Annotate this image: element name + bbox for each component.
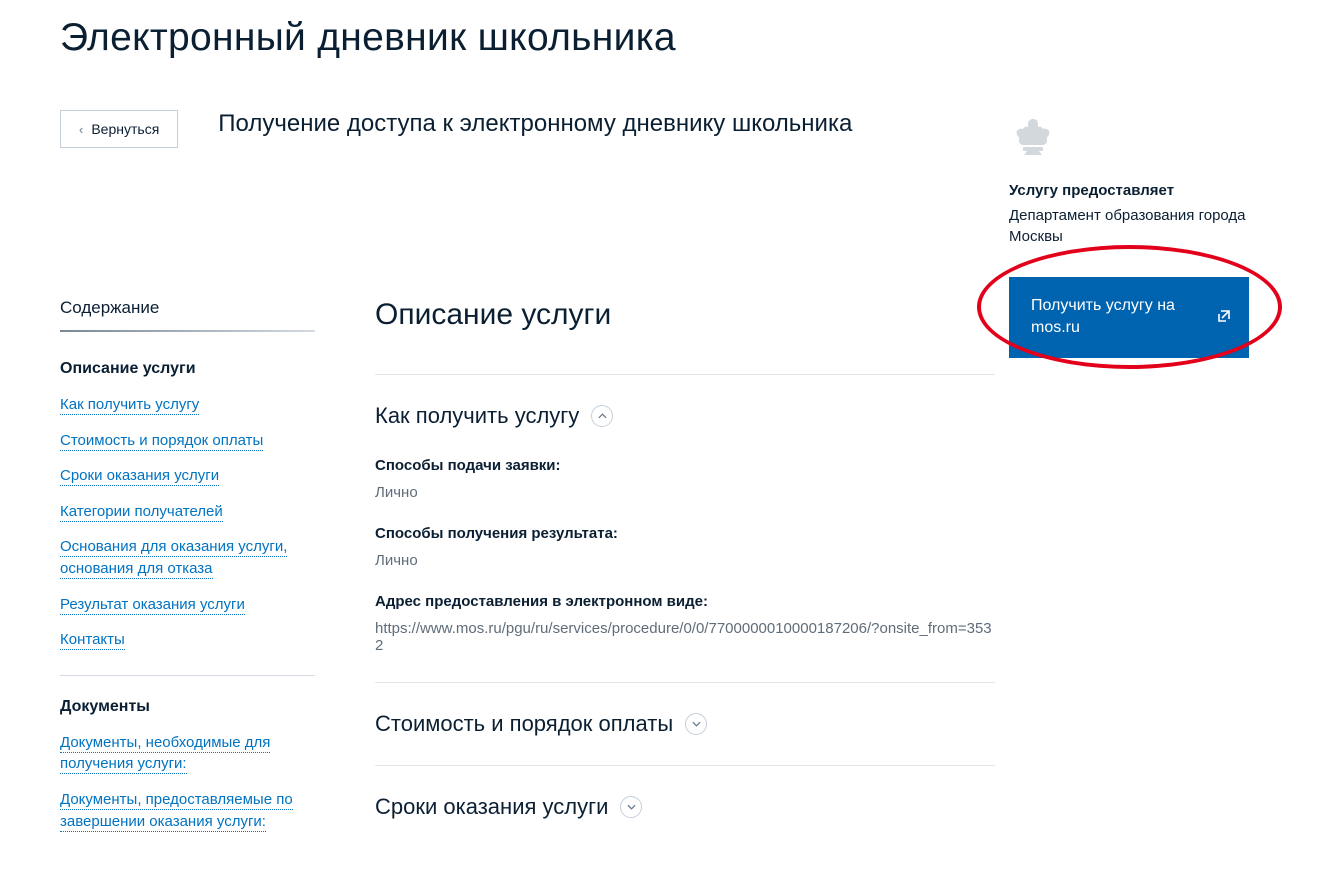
sidebar-toc-heading: Содержание	[60, 298, 315, 318]
chevron-left-icon: ‹	[79, 122, 83, 137]
provider-panel: Услугу предоставляет Департамент образов…	[1009, 113, 1299, 358]
accordion-terms[interactable]: Сроки оказания услуги	[375, 794, 995, 820]
sidebar-link-contacts[interactable]: Контакты	[60, 631, 125, 650]
chevron-down-icon	[685, 713, 707, 735]
sidebar-link-docs-result[interactable]: Документы, предоставляемые по завершении…	[60, 791, 293, 832]
sidebar-link-grounds[interactable]: Основания для оказания услуги, основания…	[60, 538, 287, 579]
divider	[60, 330, 315, 332]
provider-name: Департамент образования города Москвы	[1009, 205, 1299, 247]
accordion-how-to[interactable]: Как получить услугу	[375, 403, 995, 429]
accordion-cost[interactable]: Стоимость и порядок оплаты	[375, 711, 995, 737]
external-link-icon	[1217, 309, 1231, 323]
back-button[interactable]: ‹ Вернуться	[60, 110, 178, 148]
apply-method-value: Лично	[375, 484, 995, 501]
accordion-heading: Стоимость и порядок оплаты	[375, 711, 673, 737]
section-title: Описание услуги	[375, 298, 995, 332]
sidebar-link-terms[interactable]: Сроки оказания услуги	[60, 467, 219, 486]
sidebar: Содержание Описание услуги Как получить …	[60, 298, 315, 846]
get-service-button[interactable]: Получить услугу на mos.ru	[1009, 277, 1249, 358]
apply-method-label: Способы подачи заявки:	[375, 457, 995, 474]
chevron-up-icon	[591, 405, 613, 427]
divider	[375, 374, 995, 375]
sidebar-link-cost[interactable]: Стоимость и порядок оплаты	[60, 432, 263, 451]
divider	[375, 765, 995, 766]
sidebar-link-docs-required[interactable]: Документы, необходимые для получения усл…	[60, 734, 270, 775]
emblem-icon	[1009, 113, 1057, 161]
sidebar-link-categories[interactable]: Категории получателей	[60, 503, 223, 522]
accordion-heading: Сроки оказания услуги	[375, 794, 608, 820]
accordion-body: Способы подачи заявки: Лично Способы пол…	[375, 457, 995, 654]
divider	[375, 682, 995, 683]
chevron-down-icon	[620, 796, 642, 818]
result-method-value: Лично	[375, 552, 995, 569]
page-title: Электронный дневник школьника	[60, 16, 1284, 60]
sidebar-group-title: Описание услуги	[60, 360, 315, 378]
cta-label: Получить услугу на mos.ru	[1031, 297, 1175, 336]
divider	[60, 675, 315, 676]
provider-label: Услугу предоставляет	[1009, 182, 1299, 199]
electronic-address-value: https://www.mos.ru/pgu/ru/services/proce…	[375, 620, 995, 654]
sidebar-link-result[interactable]: Результат оказания услуги	[60, 596, 245, 615]
sidebar-group-title: Документы	[60, 698, 315, 716]
main-content: Описание услуги Как получить услугу Спос…	[375, 298, 995, 846]
electronic-address-label: Адрес предоставления в электронном виде:	[375, 593, 995, 610]
back-label: Вернуться	[91, 121, 159, 137]
result-method-label: Способы получения результата:	[375, 525, 995, 542]
accordion-heading: Как получить услугу	[375, 403, 579, 429]
sidebar-link-how-to[interactable]: Как получить услугу	[60, 396, 199, 415]
